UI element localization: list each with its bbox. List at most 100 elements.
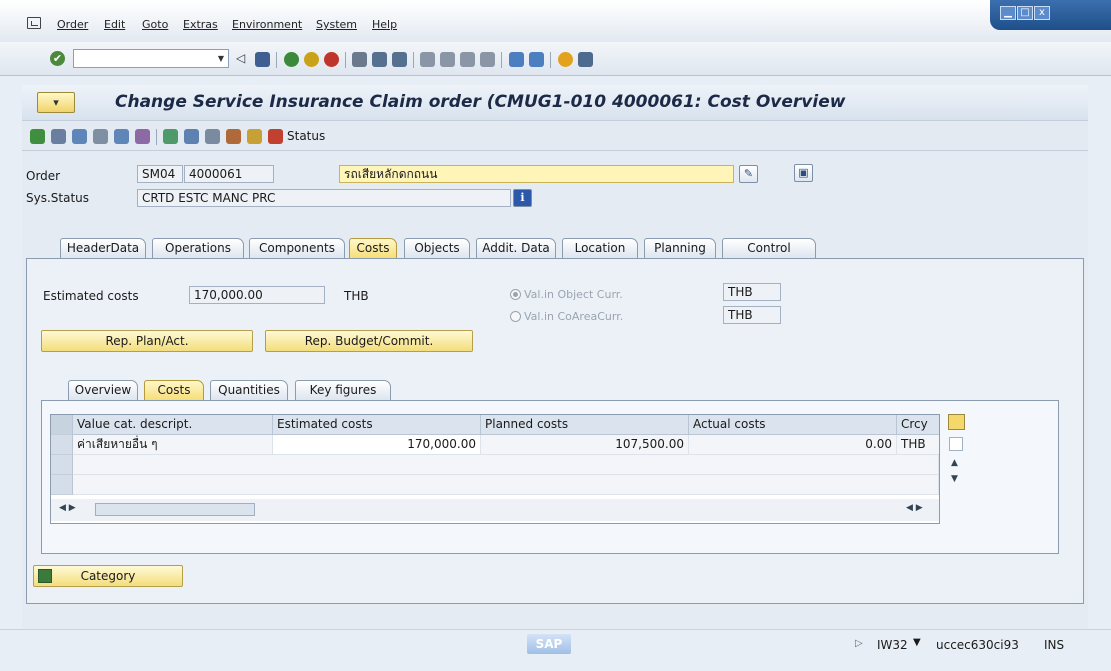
network-icon[interactable]	[114, 129, 129, 144]
order-description-field[interactable]: รถเสียหลักดกถนน	[339, 165, 734, 183]
maximize-button[interactable]: □	[1017, 6, 1033, 20]
previous-page-icon[interactable]	[440, 52, 455, 67]
status-info-icon[interactable]: i	[513, 189, 532, 207]
hierarchy-icon[interactable]	[72, 129, 87, 144]
edit-pen-icon[interactable]	[226, 129, 241, 144]
tab-costs[interactable]: Costs	[349, 238, 397, 258]
object-list-icon[interactable]	[163, 129, 178, 144]
order-number-field[interactable]: 4000061	[184, 165, 274, 183]
row-selector[interactable]	[51, 435, 73, 455]
menu-order[interactable]: Order	[57, 18, 88, 31]
select-all-cell[interactable]	[51, 415, 73, 435]
val-coarea-curr-radio[interactable]: Val.in CoAreaCurr.	[510, 310, 623, 323]
print-icon[interactable]	[352, 52, 367, 67]
subtab-key-figures[interactable]: Key figures	[295, 380, 391, 400]
table-cell-planned[interactable]: 107,500.00	[481, 435, 689, 455]
tab-control[interactable]: Control	[722, 238, 816, 258]
table-cell-value-cat[interactable]: ค่าเสียหายอื่น ๆ	[73, 435, 273, 455]
table-cell-actual[interactable]: 0.00	[689, 435, 897, 455]
scroll-down-icon[interactable]: ▼	[951, 474, 958, 484]
display-document-icon[interactable]: ▣	[794, 164, 813, 182]
rep-plan-act-button[interactable]: Rep. Plan/Act.	[41, 330, 253, 352]
col-header-crcy[interactable]: Crcy	[897, 415, 939, 435]
menu-edit[interactable]: Edit	[104, 18, 125, 31]
dropdown-arrow-icon[interactable]: ▼	[218, 54, 224, 63]
cancel-icon[interactable]	[324, 52, 339, 67]
tab-operations[interactable]: Operations	[152, 238, 244, 258]
subtab-quantities[interactable]: Quantities	[210, 380, 288, 400]
menu-help[interactable]: Help	[372, 18, 397, 31]
command-field[interactable]: ▼	[73, 49, 229, 68]
row-selector[interactable]	[51, 475, 73, 495]
row-selector[interactable]	[51, 455, 73, 475]
new-session-icon[interactable]	[509, 52, 524, 67]
tab-planning[interactable]: Planning	[644, 238, 716, 258]
category-icon	[38, 569, 52, 583]
status-expand-icon[interactable]: ▷	[855, 638, 863, 649]
costs-subtab-panel: Value cat. descript. Estimated costs Pla…	[41, 400, 1059, 554]
find-next-icon[interactable]	[392, 52, 407, 67]
tab-location[interactable]: Location	[562, 238, 638, 258]
copy-icon[interactable]	[184, 129, 199, 144]
col-header-value-cat[interactable]: Value cat. descript.	[73, 415, 273, 435]
document-icon[interactable]	[247, 129, 262, 144]
scroll-left-icon[interactable]: ◀ ▶	[59, 503, 76, 513]
table-cell-crcy[interactable]: THB	[897, 435, 939, 455]
calculator-icon[interactable]	[93, 129, 108, 144]
help-icon[interactable]	[558, 52, 573, 67]
menu-system[interactable]: System	[316, 18, 357, 31]
release-flag-icon[interactable]	[30, 129, 45, 144]
layout-menu-icon[interactable]	[578, 52, 593, 67]
list-icon[interactable]	[205, 129, 220, 144]
last-page-icon[interactable]	[480, 52, 495, 67]
tab-components[interactable]: Components	[249, 238, 345, 258]
settings-icon[interactable]	[51, 129, 66, 144]
input-mode[interactable]: INS	[1044, 638, 1064, 652]
exit-icon[interactable]	[304, 52, 319, 67]
back-icon[interactable]	[284, 52, 299, 67]
val-object-curr-field: THB	[723, 283, 781, 301]
close-button[interactable]: x	[1034, 6, 1050, 20]
status-button[interactable]: Status	[287, 129, 325, 143]
screen-menu-icon[interactable]: ▾	[37, 92, 75, 113]
category-button[interactable]: Category	[33, 565, 183, 587]
menu-environment[interactable]: Environment	[232, 18, 302, 31]
long-text-edit-icon[interactable]: ✎	[739, 165, 758, 183]
transaction-dropdown-icon[interactable]: ▼	[913, 637, 921, 648]
scroll-right-icon[interactable]: ◀ ▶	[906, 503, 923, 513]
menu-exit-icon[interactable]	[27, 17, 41, 29]
next-page-icon[interactable]	[460, 52, 475, 67]
table-settings-icon[interactable]	[948, 414, 965, 430]
hscroll-thumb[interactable]	[95, 503, 255, 516]
menu-extras[interactable]: Extras	[183, 18, 218, 31]
scroll-up-icon[interactable]: ▲	[951, 458, 958, 468]
subtab-costs[interactable]: Costs	[144, 380, 204, 400]
standard-toolbar: ✔ ▼ ◁	[0, 42, 1111, 76]
estimated-costs-field[interactable]: 170,000.00	[189, 286, 325, 304]
subtab-overview[interactable]: Overview	[68, 380, 138, 400]
shortcut-icon[interactable]	[529, 52, 544, 67]
col-header-planned-costs[interactable]: Planned costs	[481, 415, 689, 435]
menu-goto[interactable]: Goto	[142, 18, 168, 31]
transaction-code[interactable]: IW32	[877, 638, 908, 652]
find-icon[interactable]	[372, 52, 387, 67]
vscroll-thumb[interactable]	[949, 437, 963, 451]
val-object-curr-radio[interactable]: Val.in Object Curr.	[510, 288, 623, 301]
back-nav-icon[interactable]: ◁	[236, 51, 245, 65]
rep-budget-commit-button[interactable]: Rep. Budget/Commit.	[265, 330, 473, 352]
tab-addit-data[interactable]: Addit. Data	[476, 238, 556, 258]
status-truck-icon[interactable]	[268, 129, 283, 144]
application-toolbar: Status	[22, 121, 1088, 151]
filter-icon[interactable]	[135, 129, 150, 144]
tab-headerdata[interactable]: HeaderData	[60, 238, 146, 258]
order-type-field[interactable]: SM04	[137, 165, 183, 183]
first-page-icon[interactable]	[420, 52, 435, 67]
enter-check-icon[interactable]: ✔	[50, 51, 65, 66]
col-header-actual-costs[interactable]: Actual costs	[689, 415, 897, 435]
order-label: Order	[26, 169, 61, 183]
tab-objects[interactable]: Objects	[404, 238, 470, 258]
save-icon[interactable]	[255, 52, 270, 67]
col-header-estimated-costs[interactable]: Estimated costs	[273, 415, 481, 435]
minimize-button[interactable]: ▁	[1000, 6, 1016, 20]
table-cell-estimated[interactable]: 170,000.00	[273, 435, 481, 455]
